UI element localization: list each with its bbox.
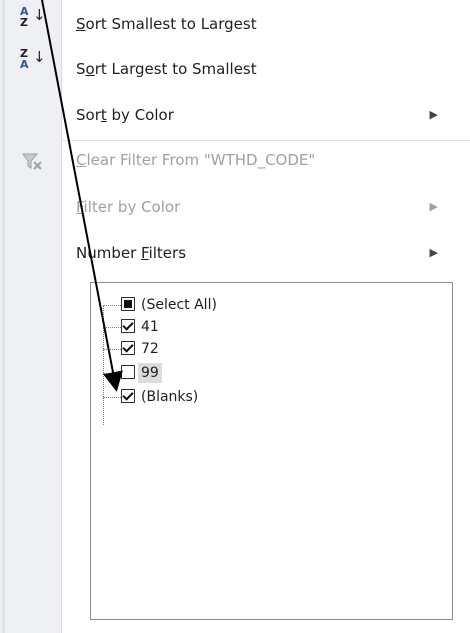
list-item-label: 99 xyxy=(138,363,162,383)
number-filters[interactable]: Number Filters ▶ xyxy=(76,235,456,271)
list-item-label: (Blanks) xyxy=(141,389,199,405)
filter-values-list[interactable]: (Select All) 41 72 99 (Blanks) xyxy=(90,282,453,620)
submenu-arrow-icon: ▶ xyxy=(429,108,438,121)
sort-largest-to-smallest[interactable]: Sort Largest to Smallest xyxy=(76,51,456,87)
sort-color-prefix: Sor xyxy=(76,106,101,124)
sort-descending-arrow: ↓ xyxy=(33,48,46,66)
sort-ascending-arrow: ↓ xyxy=(33,6,46,24)
tree-branch xyxy=(103,373,121,374)
filter-color-accesskey: F xyxy=(76,198,84,216)
select-all-checkbox[interactable] xyxy=(121,297,135,311)
sort-desc-accesskey: o xyxy=(85,60,95,78)
list-item-label: 41 xyxy=(141,319,159,335)
number-filters-label: ilters xyxy=(148,244,187,262)
clear-filter-from-wthd-code: Clear Filter From "WTHD_CODE" xyxy=(76,142,456,178)
sort-smallest-to-largest[interactable]: Sort Smallest to Largest xyxy=(76,6,456,42)
number-filters-accesskey: F xyxy=(141,244,149,262)
clear-filter-icon xyxy=(22,153,42,170)
filter-color-label: ilter by Color xyxy=(83,198,181,216)
gutter-edge xyxy=(2,0,5,633)
sort-desc-prefix: S xyxy=(76,60,86,78)
sort-asc-label: ort Smallest to Largest xyxy=(85,15,257,33)
sort-asc-accesskey: S xyxy=(76,15,86,33)
tree-branch xyxy=(103,397,121,398)
sort-color-label: by Color xyxy=(106,106,174,124)
number-filters-prefix: Number xyxy=(76,244,142,262)
sort-ascending-icon: A Z ↓ xyxy=(20,6,46,34)
clear-filter-label: lear Filter From "WTHD_CODE" xyxy=(86,151,316,169)
submenu-arrow-icon: ▶ xyxy=(429,200,438,213)
tree-branch xyxy=(103,305,121,306)
submenu-arrow-icon: ▶ xyxy=(429,246,438,259)
tree-connector xyxy=(103,305,104,425)
value-checkbox[interactable] xyxy=(121,389,135,403)
value-checkbox[interactable] xyxy=(121,319,135,333)
sort-by-color[interactable]: Sort by Color ▶ xyxy=(76,97,456,133)
sort-descending-icon: Z A ↓ xyxy=(20,48,46,76)
menu-separator xyxy=(62,140,470,141)
sort-desc-label: rt Largest to Smallest xyxy=(94,60,257,78)
list-item-label: 72 xyxy=(141,341,159,357)
tree-branch xyxy=(103,327,121,328)
value-checkbox[interactable] xyxy=(121,341,135,355)
clear-filter-accesskey: C xyxy=(76,151,87,169)
icon-gutter: A Z ↓ Z A ↓ xyxy=(0,0,62,633)
filter-by-color: Filter by Color ▶ xyxy=(76,189,456,225)
value-checkbox[interactable] xyxy=(121,365,135,379)
tree-branch xyxy=(103,349,121,350)
list-item-label: (Select All) xyxy=(141,297,217,313)
